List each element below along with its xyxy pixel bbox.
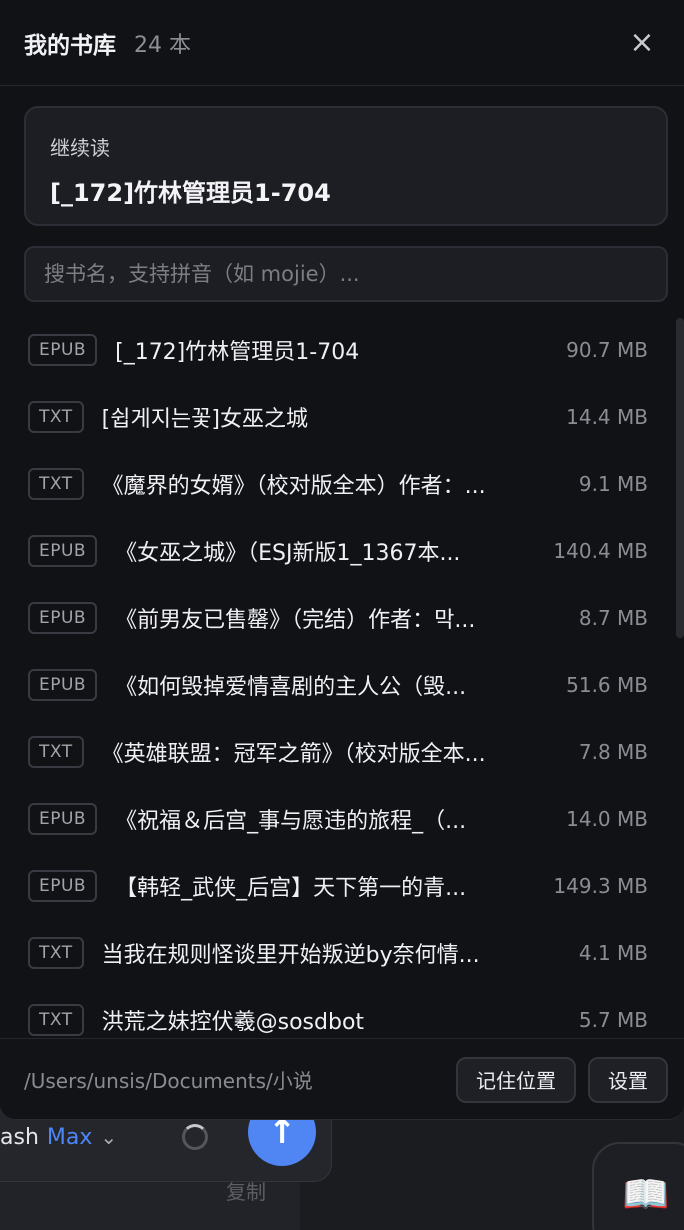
continue-reading-card[interactable]: 继续读 [_172]竹林管理员1-704: [24, 106, 668, 226]
model-name: ash: [0, 1124, 39, 1150]
format-badge: TXT: [28, 400, 84, 433]
book-title: 《前男友已售罄》（完结）作者：막...: [115, 607, 476, 633]
loading-spinner-icon: [182, 1124, 208, 1150]
format-badge: EPUB: [28, 601, 98, 634]
copy-button[interactable]: 复制: [226, 1176, 266, 1205]
format-badge: EPUB: [28, 668, 98, 701]
book-count: 24 本: [134, 32, 191, 58]
book-title: 《祝福＆后宫_事与愿违的旅程_（...: [115, 808, 467, 834]
file-size: 90.7 MB: [566, 337, 648, 362]
format-badge: TXT: [28, 1003, 84, 1036]
book-title: 当我在规则怪谈里开始叛逆by奈何情...: [101, 942, 480, 968]
file-size: 9.1 MB: [578, 471, 648, 496]
scrollbar[interactable]: [676, 318, 684, 638]
library-toggle-button[interactable]: 📖: [592, 1142, 684, 1230]
list-item[interactable]: TXT 洪荒之妹控伏羲@sosdbot 5.7 MB: [0, 986, 684, 1038]
panel-title: 我的书库: [24, 32, 116, 59]
library-panel: 我的书库 24 本 × 继续读 [_172]竹林管理员1-704 EPUB [_…: [0, 0, 684, 1120]
file-size: 7.8 MB: [578, 739, 648, 764]
file-size: 8.7 MB: [578, 605, 648, 630]
continue-reading-book: [_172]竹林管理员1-704: [50, 179, 331, 207]
format-badge: EPUB: [28, 534, 98, 567]
model-tier: Max: [46, 1124, 93, 1150]
panel-footer: /Users/unsis/Documents/小说 记住位置 设置: [0, 1038, 684, 1119]
format-badge: TXT: [28, 936, 84, 969]
library-path: /Users/unsis/Documents/小说: [24, 1069, 313, 1093]
list-item[interactable]: EPUB 【韩轻_武侠_后宫】天下第一的青... 149.3 MB: [0, 852, 684, 919]
book-title: 《女巫之城》（ESJ新版1_1367本...: [115, 540, 461, 566]
file-size: 14.0 MB: [566, 806, 648, 831]
book-title: 《魔界的女婿》（校对版全本）作者：...: [101, 473, 486, 499]
book-title: [_172]竹林管理员1-704: [115, 339, 360, 365]
format-badge: EPUB: [28, 869, 98, 902]
format-badge: EPUB: [28, 333, 98, 366]
book-title: 《英雄联盟：冠军之箭》（校对版全本...: [101, 741, 486, 767]
file-size: 51.6 MB: [566, 672, 648, 697]
book-title: 洪荒之妹控伏羲@sosdbot: [101, 1009, 365, 1035]
format-badge: TXT: [28, 467, 84, 500]
list-item[interactable]: TXT [쉽게지는꽃]女巫之城 14.4 MB: [0, 383, 684, 450]
list-item[interactable]: TXT 《魔界的女婿》（校对版全本）作者：... 9.1 MB: [0, 450, 684, 517]
panel-header: 我的书库 24 本 ×: [0, 0, 684, 86]
format-badge: EPUB: [28, 802, 98, 835]
list-item[interactable]: EPUB 《祝福＆后宫_事与愿违的旅程_（... 14.0 MB: [0, 785, 684, 852]
model-selector[interactable]: ash Max ⌄: [0, 1120, 117, 1154]
book-list: EPUB [_172]竹林管理员1-704 90.7 MB TXT [쉽게지는꽃…: [0, 316, 684, 1038]
list-item[interactable]: TXT 当我在规则怪谈里开始叛逆by奈何情... 4.1 MB: [0, 919, 684, 986]
search-input[interactable]: [24, 246, 668, 302]
book-title: [쉽게지는꽃]女巫之城: [101, 406, 308, 432]
remember-position-button[interactable]: 记住位置: [456, 1056, 576, 1103]
open-book-icon: 📖: [622, 1172, 670, 1216]
book-title: 【韩轻_武侠_后宫】天下第一的青...: [115, 875, 467, 901]
file-size: 14.4 MB: [566, 404, 648, 429]
close-icon[interactable]: ×: [624, 25, 660, 60]
list-item[interactable]: TXT 《英雄联盟：冠军之箭》（校对版全本... 7.8 MB: [0, 718, 684, 785]
list-item[interactable]: EPUB [_172]竹林管理员1-704 90.7 MB: [0, 316, 684, 383]
file-size: 149.3 MB: [553, 873, 648, 898]
settings-button[interactable]: 设置: [588, 1056, 668, 1103]
list-item[interactable]: EPUB 《女巫之城》（ESJ新版1_1367本... 140.4 MB: [0, 517, 684, 584]
book-title: 《如何毁掉爱情喜剧的主人公（毁...: [115, 674, 467, 700]
file-size: 4.1 MB: [578, 940, 648, 965]
file-size: 140.4 MB: [553, 538, 648, 563]
chevron-down-icon: ⌄: [100, 1125, 118, 1149]
list-item[interactable]: EPUB 《如何毁掉爱情喜剧的主人公（毁... 51.6 MB: [0, 651, 684, 718]
format-badge: TXT: [28, 735, 84, 768]
continue-reading-label: 继续读: [50, 136, 110, 160]
list-item[interactable]: EPUB 《前男友已售罄》（完结）作者：막... 8.7 MB: [0, 584, 684, 651]
file-size: 5.7 MB: [578, 1007, 648, 1032]
